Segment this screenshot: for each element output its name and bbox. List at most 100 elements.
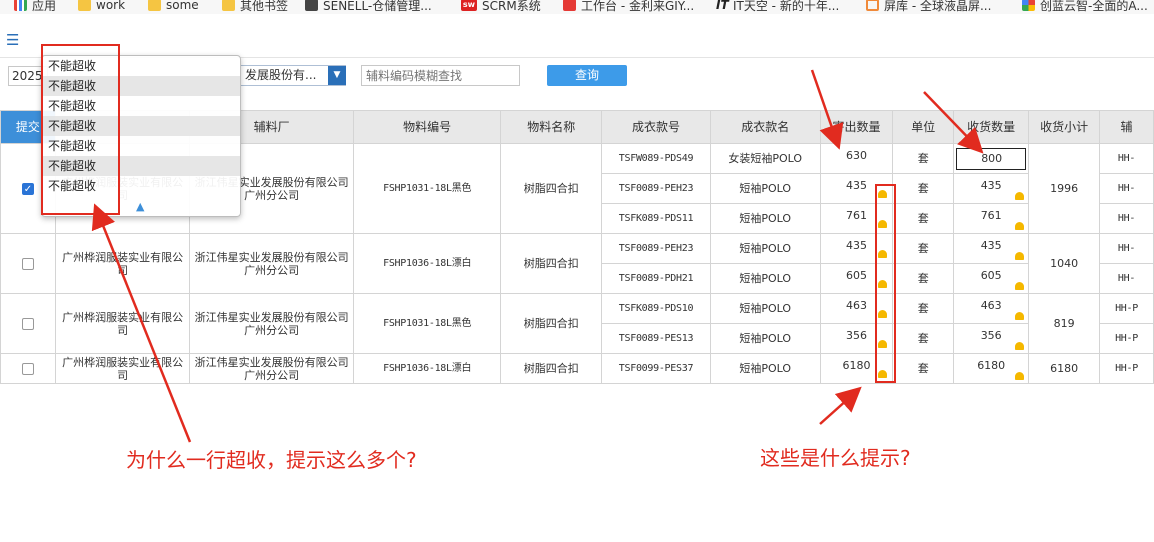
factory-cell: 广州桦润服装实业有限公司 — [54, 233, 191, 294]
bookmark-label: 其他书签 — [240, 0, 289, 13]
column-header-received-subtotal: 收货小计 — [1028, 110, 1101, 144]
folder-icon — [78, 0, 91, 11]
style-name-cell: 短袖POLO — [709, 353, 821, 384]
chevron-up-icon[interactable]: ▲ — [136, 200, 144, 213]
extra-cell: HH- — [1099, 263, 1154, 294]
received-qty-cell[interactable]: 435 — [953, 233, 1030, 264]
received-qty-cell[interactable]: 463 — [953, 293, 1030, 324]
received-subtotal-cell: 1996 — [1028, 143, 1101, 234]
style-name-cell: 短袖POLO — [709, 173, 821, 204]
supplier-cell: 浙江伟星实业发展股份有限公司广州分公司 — [189, 353, 354, 384]
material-name-cell: 树脂四合扣 — [500, 233, 603, 294]
bookmark-item[interactable]: 屏库 - 全球液晶屏... — [866, 0, 991, 13]
received-qty-cell[interactable]: 605 — [953, 263, 1030, 294]
bookmark-item[interactable]: 其他书签 — [222, 0, 288, 13]
row-checkbox[interactable]: ✓ — [21, 183, 34, 195]
folder-icon — [148, 0, 161, 11]
received-subtotal-cell: 6180 — [1028, 353, 1101, 384]
warning-icon[interactable] — [1015, 372, 1025, 380]
material-no-cell: FSHP1036-18L漂白 — [352, 233, 502, 294]
material-no-cell: FSHP1031-18L黑色 — [352, 143, 502, 234]
style-no-cell: TSF0099-PES37 — [601, 353, 711, 384]
received-qty-cell[interactable]: 435 — [953, 173, 1030, 204]
it-icon: IT — [716, 0, 729, 12]
unit-cell: 套 — [892, 233, 955, 264]
select-checkbox-cell[interactable] — [0, 293, 56, 354]
warning-icon[interactable] — [1015, 282, 1025, 290]
bookmark-item[interactable]: work — [78, 0, 125, 13]
bookmark-label: SCRM系统 — [482, 0, 541, 13]
received-qty-cell[interactable]: 356 — [953, 323, 1030, 354]
bookmark-item[interactable]: SENELL-仓储管理... — [305, 0, 432, 13]
bookmark-item[interactable]: 工作台 - 金利来GIY... — [563, 0, 694, 13]
column-header-extra: 辅 — [1099, 110, 1154, 144]
sw-icon: sw — [461, 0, 477, 11]
toolbar: ☰ — [0, 14, 1154, 58]
style-no-cell: TSF0089-PES13 — [601, 323, 711, 354]
unit-cell: 套 — [892, 323, 955, 354]
supplier-cell: 浙江伟星实业发展股份有限公司广州分公司 — [189, 293, 354, 354]
select-checkbox-cell[interactable] — [0, 233, 56, 294]
row-checkbox[interactable] — [21, 318, 34, 330]
column-header-unit: 单位 — [892, 110, 955, 144]
extra-cell: HH-P — [1099, 353, 1154, 384]
bookmark-label: IT天空 - 新的十年... — [733, 0, 840, 13]
extra-cell: HH-P — [1099, 293, 1154, 324]
multicolor-icon — [1022, 0, 1035, 11]
extra-cell: HH-P — [1099, 323, 1154, 354]
received-qty-cell[interactable]: 6180 — [953, 353, 1030, 384]
warning-icon[interactable] — [1015, 312, 1025, 320]
bookmark-item[interactable]: 应用 — [14, 0, 56, 13]
bookmark-item[interactable]: 创蓝云智-全面的A... — [1022, 0, 1148, 13]
row-checkbox[interactable] — [21, 258, 34, 270]
arrow-to-warning-icons — [819, 386, 862, 425]
filter-settings-icon[interactable]: ☰ — [6, 31, 24, 49]
warning-icon[interactable] — [1015, 342, 1025, 350]
unit-cell: 套 — [892, 263, 955, 294]
style-name-cell: 短袖POLO — [709, 263, 821, 294]
style-name-cell: 短袖POLO — [709, 233, 821, 264]
received-qty-value: 435 — [980, 239, 1002, 252]
warning-icon[interactable] — [1015, 222, 1025, 230]
style-name-cell: 短袖POLO — [709, 203, 821, 234]
supplier-cell: 浙江伟星实业发展股份有限公司广州分公司 — [189, 233, 354, 294]
table-row: 广州桦润服装实业有限公司 浙江伟星实业发展股份有限公司广州分公司 FSHP1031-… — [0, 293, 1154, 354]
bookmark-item[interactable]: some — [148, 0, 199, 13]
column-header-sent-qty: 寄出数量 — [819, 110, 894, 144]
received-qty-cell[interactable]: 761 — [953, 203, 1030, 234]
style-name-cell: 女装短袖POLO — [709, 143, 821, 174]
bookmark-item[interactable]: sw SCRM系统 — [461, 0, 541, 13]
style-no-cell: TSF0089-PDH21 — [601, 263, 711, 294]
row-checkbox[interactable] — [21, 363, 34, 375]
style-no-cell: TSFK089-PDS11 — [601, 203, 711, 234]
query-button[interactable]: 查询 — [547, 65, 627, 86]
select-checkbox-cell[interactable] — [0, 353, 56, 384]
received-qty-value: 6180 — [977, 359, 1006, 372]
table-row: 广州桦润服装实业有限公司 浙江伟星实业发展股份有限公司广州分公司 FSHP1036-… — [0, 353, 1154, 384]
received-qty-value: 761 — [980, 209, 1002, 222]
bookmark-label: 屏库 - 全球液晶屏... — [884, 0, 992, 13]
received-qty-value: 463 — [980, 299, 1002, 312]
received-subtotal-cell: 819 — [1028, 293, 1101, 354]
received-qty-input[interactable]: 800 — [956, 147, 1027, 170]
received-qty-cell[interactable]: 800 — [953, 143, 1030, 174]
material-name-cell: 树脂四合扣 — [500, 293, 603, 354]
unit-cell: 套 — [892, 293, 955, 324]
received-qty-value: 605 — [980, 269, 1002, 282]
folder-icon — [222, 0, 235, 11]
senell-icon — [305, 0, 318, 11]
unit-cell: 套 — [892, 143, 955, 174]
bookmark-label: SENELL-仓储管理... — [323, 0, 432, 13]
warning-icon[interactable] — [1015, 252, 1025, 260]
bookmark-item[interactable]: IT IT天空 - 新的十年... — [716, 0, 839, 13]
orange-circle-icon — [866, 0, 879, 11]
chevron-down-icon[interactable]: ▼ — [328, 66, 346, 85]
received-qty-value: 435 — [980, 179, 1002, 192]
extra-cell: HH- — [1099, 203, 1154, 234]
warning-icon[interactable] — [1015, 192, 1025, 200]
column-header-style-name: 成衣款名 — [709, 110, 821, 144]
material-code-search-input[interactable] — [361, 65, 520, 86]
style-no-cell: TSFW089-PDS49 — [601, 143, 711, 174]
extra-cell: HH- — [1099, 233, 1154, 264]
column-header-material-no: 物料编号 — [352, 110, 502, 144]
